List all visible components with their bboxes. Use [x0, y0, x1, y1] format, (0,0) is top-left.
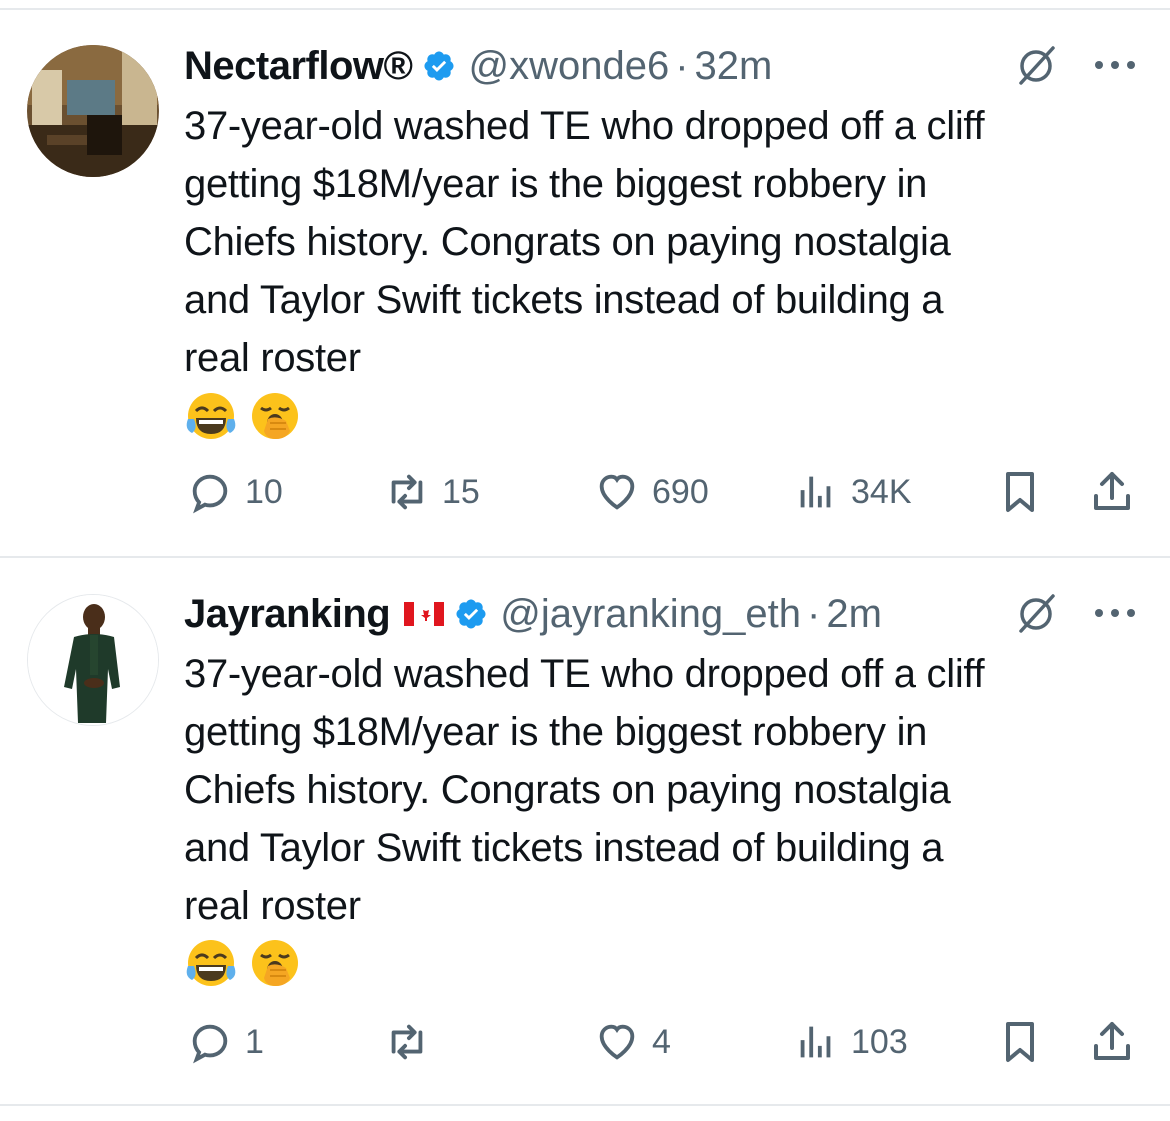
- repost-button[interactable]: [384, 1017, 442, 1067]
- tweet-text: 37-year-old washed TE who dropped off a …: [184, 104, 985, 380]
- reply-count: 10: [245, 472, 283, 511]
- emoji-row: [184, 389, 302, 445]
- like-count: 4: [652, 1022, 671, 1061]
- view-count: 103: [851, 1022, 908, 1061]
- tweet-header: Jayranking @jayranking_eth · 2m: [184, 584, 882, 644]
- user-handle[interactable]: @jayranking_eth: [500, 592, 801, 637]
- repost-icon: [391, 474, 423, 510]
- like-count: 690: [652, 472, 709, 511]
- reply-count: 1: [245, 1022, 264, 1061]
- heart-icon: [599, 474, 635, 510]
- share-icon[interactable]: [1088, 1018, 1136, 1066]
- heart-icon: [599, 1024, 635, 1060]
- separator-dot: ·: [675, 43, 689, 88]
- separator-dot: ·: [807, 591, 821, 636]
- canada-flag-icon: [404, 602, 445, 626]
- bottom-divider: [0, 1104, 1170, 1106]
- tweet-text: 37-year-old washed TE who dropped off a …: [184, 652, 985, 928]
- top-divider: [0, 8, 1170, 10]
- bookmark-icon[interactable]: [996, 1018, 1044, 1066]
- verified-badge-icon: [456, 599, 486, 629]
- grok-icon[interactable]: [1013, 42, 1059, 88]
- display-name[interactable]: Nectarflow®: [184, 44, 413, 89]
- avatar-nectarflow[interactable]: [27, 45, 159, 177]
- emoji-row: [184, 936, 302, 992]
- timestamp[interactable]: 2m: [826, 592, 882, 637]
- yawning-face-icon: [252, 393, 298, 439]
- timestamp[interactable]: 32m: [695, 44, 773, 89]
- repost-icon: [391, 1024, 423, 1060]
- views-button[interactable]: 34K: [793, 467, 912, 517]
- verified-badge-icon: [424, 51, 454, 81]
- reply-button[interactable]: 1: [187, 1017, 264, 1067]
- display-name[interactable]: Jayranking: [184, 592, 391, 637]
- bookmark-icon[interactable]: [996, 468, 1044, 516]
- like-button[interactable]: 690: [594, 467, 709, 517]
- grok-icon[interactable]: [1013, 590, 1059, 636]
- views-chart-icon: [800, 476, 831, 508]
- reply-icon: [192, 1024, 228, 1064]
- more-options-icon[interactable]: [1092, 55, 1138, 75]
- tweet-divider: [0, 556, 1170, 558]
- yawning-face-icon: [252, 940, 298, 986]
- tweet-header: Nectarflow® @xwonde6 · 32m: [184, 36, 772, 96]
- view-count: 34K: [851, 472, 912, 511]
- avatar-jayranking[interactable]: [27, 594, 159, 726]
- share-icon[interactable]: [1088, 468, 1136, 516]
- repost-button[interactable]: 15: [384, 467, 480, 517]
- like-button[interactable]: 4: [594, 1017, 671, 1067]
- views-button[interactable]: 103: [793, 1017, 908, 1067]
- user-handle[interactable]: @xwonde6: [468, 44, 669, 89]
- repost-count: 15: [442, 472, 480, 511]
- views-chart-icon: [800, 1026, 831, 1058]
- reply-button[interactable]: 10: [187, 467, 283, 517]
- face-with-tears-of-joy-icon: [186, 940, 236, 986]
- reply-icon: [192, 474, 228, 514]
- more-options-icon[interactable]: [1092, 603, 1138, 623]
- face-with-tears-of-joy-icon: [186, 393, 236, 439]
